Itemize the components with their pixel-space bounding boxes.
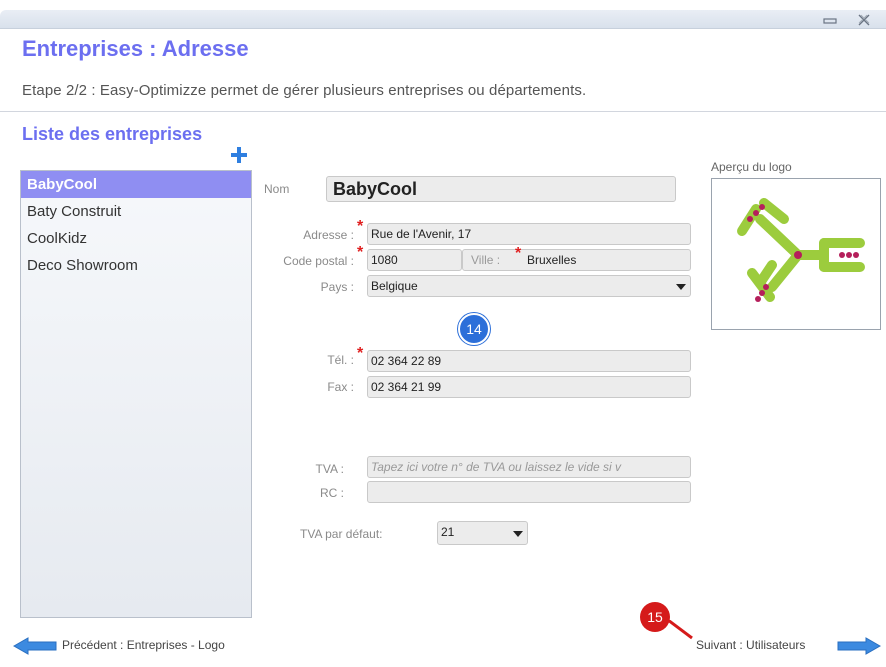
plus-icon[interactable] (230, 146, 248, 164)
ville-field[interactable]: Bruxelles (527, 250, 576, 270)
prev-link[interactable]: Précédent : Entreprises - Logo (62, 638, 225, 652)
required-marker: * (357, 218, 364, 235)
callout-pointer (668, 620, 693, 640)
company-list: BabyCool Baty Construit CoolKidz Deco Sh… (20, 170, 252, 618)
tva-defaut-value: 21 (441, 525, 455, 539)
required-marker: * (357, 244, 364, 261)
tel-label: Tél. : (327, 353, 354, 367)
tva-input[interactable] (367, 456, 691, 478)
list-item-deco-showroom[interactable]: Deco Showroom (21, 252, 251, 279)
company-list-title: Liste des entreprises (22, 124, 203, 144)
antibody-logo (737, 198, 865, 302)
tva-label: TVA : (315, 462, 344, 476)
adresse-field[interactable]: Rue de l'Avenir, 17 (367, 223, 691, 245)
close-icon[interactable] (856, 13, 872, 27)
dropdown-arrow-icon (676, 284, 686, 290)
page-title: Entreprises : Adresse (22, 36, 249, 61)
code-postal-field[interactable]: 1080 (367, 249, 462, 271)
logo-preview (711, 178, 881, 330)
callout-badge-15: 15 (640, 602, 670, 632)
code-postal-label: Code postal : (283, 254, 354, 268)
arrow-left-icon[interactable] (12, 636, 58, 656)
nom-field[interactable]: BabyCool (326, 176, 676, 202)
tel-field[interactable]: 02 364 22 89 (367, 350, 691, 372)
adresse-label: Adresse : (303, 228, 354, 242)
next-link[interactable]: Suivant : Utilisateurs (696, 638, 805, 652)
list-item-baty-construit[interactable]: Baty Construit (21, 198, 251, 225)
minimize-icon[interactable] (822, 13, 838, 27)
nom-label: Nom (264, 182, 290, 196)
rc-field[interactable] (367, 481, 691, 503)
arrow-right-icon[interactable] (836, 636, 882, 656)
dropdown-arrow-icon (513, 531, 523, 537)
window-titlebar (0, 10, 886, 29)
callout-badge-14: 14 (458, 313, 490, 345)
pays-select[interactable]: Belgique (367, 275, 691, 297)
pays-value: Belgique (371, 279, 418, 293)
list-item-coolkidz[interactable]: CoolKidz (21, 225, 251, 252)
page-subtitle: Etape 2/2 : Easy-Optimizze permet de gér… (22, 82, 587, 99)
list-item-babycool[interactable]: BabyCool (21, 171, 251, 198)
pays-label: Pays : (320, 280, 354, 294)
ville-box: Ville : * Bruxelles (462, 245, 691, 271)
divider (0, 111, 886, 112)
ville-label: Ville : (471, 253, 501, 267)
logo-preview-label: Aperçu du logo (711, 160, 792, 174)
fax-field[interactable]: 02 364 21 99 (367, 376, 691, 398)
rc-label: RC : (320, 486, 344, 500)
tva-defaut-label: TVA par défaut: (300, 527, 383, 541)
required-marker: * (357, 345, 364, 362)
tva-defaut-select[interactable]: 21 (437, 521, 528, 545)
fax-label: Fax : (327, 380, 354, 394)
required-marker: * (515, 245, 522, 262)
